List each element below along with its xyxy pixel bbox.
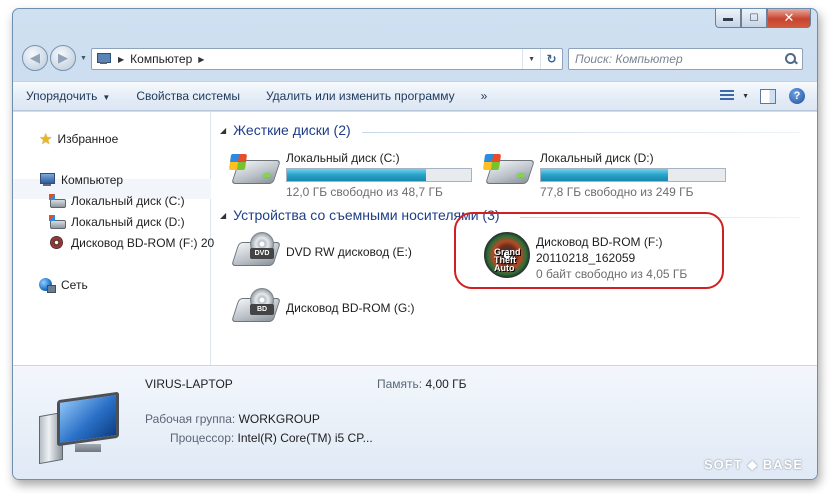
sidebar-item-label: Избранное [57, 132, 119, 146]
group-header-hard-disks[interactable]: ◢ Жесткие диски (2) [220, 122, 351, 138]
details-pane: VIRUS-LAPTOP Память: 4,00 ГБ Рабочая гру… [13, 365, 817, 479]
drive-name: DVD RW дисковод (E:) [286, 245, 412, 259]
collapse-triangle-icon[interactable]: ◢ [220, 211, 226, 220]
search-placeholder: Поиск: Компьютер [575, 52, 683, 66]
sidebar-item-drive-c[interactable]: Локальный диск (C:) [49, 194, 185, 208]
maximize-button[interactable]: ☐ [741, 9, 767, 28]
drive-tile-e[interactable]: DVD DVD RW дисковод (E:) [230, 232, 412, 274]
memory-info: Память: 4,00 ГБ [377, 377, 467, 391]
dvd-badge: DVD [250, 248, 274, 259]
breadcrumb-separator-icon[interactable]: ▶ [118, 55, 124, 64]
system-properties-button[interactable]: Свойства системы [123, 89, 253, 103]
hard-disk-icon [49, 215, 66, 229]
bd-badge: BD [250, 304, 274, 315]
sidebar-item-favorites[interactable]: ★ Избранное [39, 130, 118, 148]
workgroup-info: Рабочая группа: WORKGROUP [145, 412, 320, 426]
breadcrumb-computer[interactable]: Компьютер [130, 52, 192, 66]
drive-free-space: 77,8 ГБ свободно из 249 ГБ [540, 185, 694, 199]
windows-hard-disk-icon [482, 150, 535, 192]
preview-pane-icon[interactable] [759, 88, 777, 104]
sidebar-item-label: Локальный диск (D:) [71, 215, 185, 229]
sidebar-item-label: Сеть [61, 278, 88, 292]
disk-usage-bar [286, 168, 472, 182]
organize-label: Упорядочить [26, 89, 98, 103]
recent-pages-dropdown[interactable]: ▼ [80, 55, 87, 62]
workgroup-value: WORKGROUP [238, 412, 320, 426]
sidebar-item-network[interactable]: Сеть [39, 278, 88, 293]
hard-disk-icon [49, 194, 66, 208]
disk-usage-bar [540, 168, 726, 182]
computer-icon [96, 53, 112, 65]
network-icon [39, 278, 56, 293]
star-icon: ★ [39, 131, 53, 148]
explorer-window: ▬ ☐ ✕ ◀ ▶ ▼ ▶ Компьютер ▶ ▼ ↻ Поиск: Ком… [12, 8, 818, 480]
workgroup-label: Рабочая группа: [145, 412, 236, 426]
disk-usage-fill [541, 169, 668, 181]
memory-label: Память: [377, 377, 423, 391]
processor-value: Intel(R) Core(TM) i5 CP... [237, 431, 373, 445]
search-icon[interactable] [785, 53, 797, 65]
address-history-dropdown[interactable]: ▼ [522, 49, 540, 69]
caption-buttons: ▬ ☐ ✕ [715, 9, 811, 28]
sidebar-item-label: Дисковод BD-ROM (F:) 20 [71, 236, 215, 250]
dvd-drive-icon: DVD [230, 232, 281, 274]
help-icon[interactable]: ? [789, 88, 805, 104]
sidebar-item-label: Компьютер [61, 173, 124, 187]
drive-tile-c[interactable]: Локальный диск (C:) 12,0 ГБ свободно из … [228, 150, 472, 200]
processor-info: Процессор: Intel(R) Core(TM) i5 CP... [170, 431, 373, 445]
forward-button[interactable]: ▶ [50, 45, 76, 71]
change-view-icon[interactable] [718, 88, 736, 104]
navigation-bar: ◀ ▶ ▼ ▶ Компьютер ▶ ▼ ↻ Поиск: Компьютер [13, 43, 817, 75]
bd-drive-icon: BD [230, 288, 281, 330]
drive-name: Дисковод BD-ROM (G:) [286, 301, 415, 315]
sidebar-item-drive-d[interactable]: Локальный диск (D:) [49, 215, 185, 229]
refresh-icon[interactable]: ↻ [540, 49, 562, 69]
address-bar[interactable]: ▶ Компьютер ▶ ▼ ↻ [91, 48, 563, 70]
drive-name: Локальный диск (D:) [540, 151, 654, 165]
back-button[interactable]: ◀ [22, 45, 48, 71]
chevron-down-icon: ▼ [102, 93, 111, 102]
search-box[interactable]: Поиск: Компьютер [568, 48, 803, 70]
command-bar: Упорядочить ▼ Свойства системы Удалить ил… [13, 81, 817, 111]
processor-label: Процессор: [170, 431, 235, 445]
organize-button[interactable]: Упорядочить ▼ [13, 89, 123, 103]
uninstall-program-button[interactable]: Удалить или изменить программу [253, 89, 468, 103]
drive-free-space: 12,0 ГБ свободно из 48,7 ГБ [286, 185, 443, 199]
collapse-triangle-icon[interactable]: ◢ [220, 126, 226, 135]
computer-large-icon [39, 390, 125, 466]
drive-tile-g[interactable]: BD Дисковод BD-ROM (G:) [230, 288, 415, 330]
watermark: SOFT ◆ BASE [703, 457, 803, 472]
more-commands-button[interactable]: » [468, 89, 501, 103]
drive-name: Локальный диск (C:) [286, 151, 400, 165]
disc-icon [49, 236, 65, 250]
breadcrumb-separator-icon[interactable]: ▶ [198, 55, 204, 64]
drive-tile-d[interactable]: Локальный диск (D:) 77,8 ГБ свободно из … [482, 150, 726, 200]
group-title: Жесткие диски (2) [233, 122, 351, 138]
minimize-button[interactable]: ▬ [715, 9, 741, 28]
annotation-highlight [454, 212, 724, 289]
computer-icon [39, 173, 55, 187]
memory-value: 4,00 ГБ [425, 377, 467, 391]
sidebar-item-drive-f[interactable]: Дисковод BD-ROM (F:) 20 [49, 236, 214, 250]
close-button[interactable]: ✕ [767, 9, 811, 28]
group-divider [362, 132, 800, 133]
windows-hard-disk-icon [228, 150, 281, 192]
view-options-dropdown[interactable]: ▼ [742, 93, 749, 100]
computer-name: VIRUS-LAPTOP [145, 377, 233, 391]
sidebar-item-label: Локальный диск (C:) [71, 194, 185, 208]
navigation-pane: ★ Избранное Компьютер Локальный диск (C:… [13, 112, 214, 365]
sidebar-item-computer[interactable]: Компьютер [39, 173, 123, 187]
disk-usage-fill [287, 169, 426, 181]
